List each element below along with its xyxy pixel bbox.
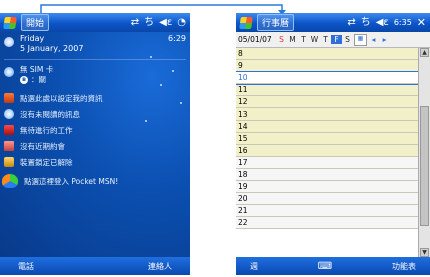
softkey-bar: 週 ⌨ 功能表: [236, 257, 430, 275]
scroll-thumb[interactable]: [420, 106, 429, 226]
message-icon: [4, 109, 14, 119]
view-toggle-icon[interactable]: ▦: [354, 33, 367, 46]
hour-row[interactable]: 16: [236, 144, 418, 157]
sync-icon[interactable]: ⇄: [347, 17, 355, 28]
scroll-up-icon[interactable]: ▲: [420, 48, 429, 57]
prev-week-icon[interactable]: ◂: [368, 35, 379, 44]
weekday-mon[interactable]: M: [287, 35, 298, 44]
weekday-sat[interactable]: S: [342, 35, 353, 44]
sim-icon: [4, 67, 14, 77]
signal-icon[interactable]: ち: [361, 17, 371, 28]
hour-row[interactable]: 10: [236, 71, 419, 86]
signal-icon[interactable]: ち: [144, 17, 154, 28]
today-screen: 開始 ⇄ ち ◀ε ◔ Friday 5 January, 2007 6:29 …: [0, 13, 190, 275]
title-bar: 行事曆 ⇄ ち ◀ε 6:35 ✕: [236, 13, 430, 32]
next-week-icon[interactable]: ▸: [379, 35, 390, 44]
day-hours: 8 9 10 11 12 13 14 15 16 17 18 19 20 21 22: [236, 48, 419, 257]
softkey-week[interactable]: 週: [250, 261, 258, 272]
tasks-item[interactable]: 無待進行的工作: [0, 123, 190, 137]
device-lock-item[interactable]: 裝置鎖定已解除: [0, 155, 190, 169]
weekday-text: Friday: [20, 34, 45, 43]
weekday-thu[interactable]: T: [320, 35, 331, 44]
current-date: 05/01/07: [238, 35, 272, 44]
ok-icon[interactable]: ◔: [177, 17, 186, 28]
scrollbar[interactable]: ▲ ▼: [418, 48, 430, 257]
weekday-tue[interactable]: T: [298, 35, 309, 44]
msn-icon: [2, 174, 18, 188]
hour-row[interactable]: 19: [236, 181, 418, 194]
softkey-menu[interactable]: 功能表: [392, 261, 416, 272]
clock-text[interactable]: 6:35: [394, 18, 412, 27]
time-text: 6:29: [168, 34, 186, 43]
msn-item[interactable]: 點選這裡登入 Pocket MSN!: [0, 172, 190, 190]
hour-row[interactable]: 17: [236, 156, 418, 169]
hour-row[interactable]: 12: [236, 96, 418, 109]
tasks-label: 無待進行的工作: [20, 125, 73, 135]
title-bar: 開始 ⇄ ち ◀ε ◔: [0, 13, 190, 32]
softkey-phone[interactable]: 電話: [18, 261, 34, 272]
messages-item[interactable]: 沒有未閱讀的訊息: [0, 107, 190, 121]
speaker-icon[interactable]: ◀ε: [159, 17, 172, 28]
weekday-wed[interactable]: W: [309, 35, 320, 44]
divider: [4, 59, 186, 60]
clock-icon: [4, 37, 14, 47]
task-icon: [4, 125, 14, 135]
speaker-icon[interactable]: ◀ε: [376, 17, 389, 28]
messages-label: 沒有未閱讀的訊息: [20, 109, 80, 119]
sync-icon[interactable]: ⇄: [131, 17, 139, 28]
softkey-bar: 電話 連絡人: [0, 257, 190, 275]
windows-start-icon[interactable]: [3, 16, 17, 29]
bluetooth-status: ：關: [31, 75, 46, 84]
hour-row[interactable]: 22: [236, 217, 418, 230]
status-icons: ⇄ ち ◀ε ◔: [131, 17, 186, 28]
msn-label: 點選這裡登入 Pocket MSN!: [24, 176, 119, 186]
owner-info-item[interactable]: 點選此處以設定我的資訊: [0, 91, 190, 105]
hour-row[interactable]: 14: [236, 120, 418, 133]
close-icon[interactable]: ✕: [417, 17, 426, 28]
bluetooth-icon: ʙ: [20, 76, 28, 84]
weekday-fri[interactable]: F: [331, 35, 342, 44]
week-header: 05/01/07 S M T W T F S ▦ ◂ ▸: [236, 32, 430, 48]
hour-row[interactable]: 21: [236, 205, 418, 218]
windows-start-icon[interactable]: [239, 16, 253, 29]
sim-status: 無 SIM 卡: [20, 65, 54, 74]
date-text: 5 January, 2007: [20, 44, 84, 53]
weekday-sun[interactable]: S: [276, 35, 287, 44]
owner-icon: [4, 93, 14, 103]
hour-row[interactable]: 18: [236, 168, 418, 182]
appointments-item[interactable]: 沒有近期約會: [0, 139, 190, 153]
hour-row[interactable]: 8: [236, 48, 418, 61]
hour-row[interactable]: 15: [236, 132, 418, 145]
calendar-screen: 行事曆 ⇄ ち ◀ε 6:35 ✕ 05/01/07 S M T W T F S…: [236, 13, 430, 275]
lock-icon: [4, 157, 14, 167]
calendar-icon: [4, 141, 14, 151]
appointments-label: 沒有近期約會: [20, 141, 65, 151]
scroll-down-icon[interactable]: ▼: [420, 248, 429, 257]
app-title[interactable]: 行事曆: [257, 14, 295, 31]
keyboard-icon[interactable]: ⌨: [318, 261, 332, 272]
app-title[interactable]: 開始: [21, 14, 50, 31]
hour-row[interactable]: 9: [236, 60, 418, 73]
owner-info-label: 點選此處以設定我的資訊: [20, 93, 103, 103]
today-content: Friday 5 January, 2007 6:29 無 SIM 卡 ʙ ：關…: [0, 32, 190, 257]
device-lock-label: 裝置鎖定已解除: [20, 157, 73, 167]
hour-row[interactable]: 11: [236, 84, 418, 97]
hour-row[interactable]: 20: [236, 193, 418, 206]
status-icons: ⇄ ち ◀ε 6:35 ✕: [347, 17, 426, 28]
date-row[interactable]: Friday 5 January, 2007: [0, 34, 190, 56]
softkey-contacts[interactable]: 連絡人: [148, 261, 172, 272]
hour-row[interactable]: 13: [236, 108, 418, 121]
